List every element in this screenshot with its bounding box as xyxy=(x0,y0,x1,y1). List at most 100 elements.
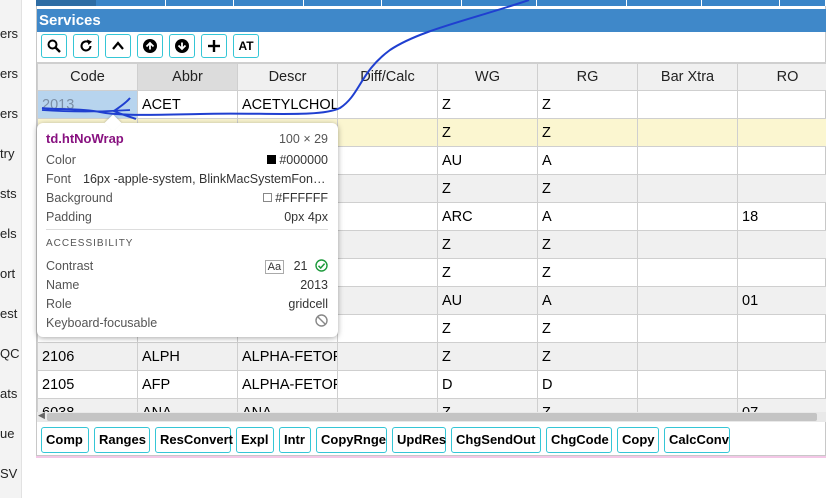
sidebar-item[interactable]: ats xyxy=(0,384,21,404)
column-header-diff-calc[interactable]: Diff/Calc xyxy=(337,63,438,91)
cell-diff-calc[interactable] xyxy=(337,202,438,231)
cell-rg[interactable]: Z xyxy=(537,174,638,203)
cell-wg[interactable]: Z xyxy=(437,314,538,343)
cell-rg[interactable]: Z xyxy=(537,258,638,287)
column-header-bar-xtra[interactable]: Bar Xtra xyxy=(637,63,738,91)
calcconv-button[interactable]: CalcConv xyxy=(664,427,730,453)
cell-rg[interactable]: A xyxy=(537,202,638,231)
cell-ro[interactable] xyxy=(737,230,826,259)
cell-abbr[interactable]: ALPH xyxy=(137,342,238,371)
column-header-wg[interactable]: WG xyxy=(437,63,538,91)
cell-diff-calc[interactable] xyxy=(337,118,438,147)
cell-bar-xtra[interactable] xyxy=(637,398,738,412)
cell-ro[interactable] xyxy=(737,174,826,203)
cell-diff-calc[interactable] xyxy=(337,398,438,412)
cell-diff-calc[interactable] xyxy=(337,314,438,343)
cell-abbr[interactable]: AFP xyxy=(137,370,238,399)
comp-button[interactable]: Comp xyxy=(41,427,89,453)
scroll-left-icon[interactable]: ◀ xyxy=(38,410,45,421)
cell-wg[interactable]: Z xyxy=(437,342,538,371)
cell-ro[interactable] xyxy=(737,118,826,147)
sidebar-item[interactable]: sts xyxy=(0,184,21,204)
cell-diff-calc[interactable] xyxy=(337,258,438,287)
cell-bar-xtra[interactable] xyxy=(637,370,738,399)
column-header-abbr[interactable]: Abbr xyxy=(137,63,238,91)
refresh-button[interactable] xyxy=(73,34,99,58)
copy-button[interactable]: Copy xyxy=(617,427,659,453)
cell-bar-xtra[interactable] xyxy=(637,342,738,371)
cell-code[interactable]: 2013 xyxy=(37,90,138,119)
cell-wg[interactable]: Z xyxy=(437,258,538,287)
copyrnge-button[interactable]: CopyRnge xyxy=(316,427,387,453)
at-button[interactable]: AT xyxy=(233,34,259,58)
cell-ro[interactable]: 18 xyxy=(737,202,826,231)
cell-code[interactable]: 2106 xyxy=(37,342,138,371)
cell-ro[interactable] xyxy=(737,146,826,175)
sidebar-item[interactable]: SV xyxy=(0,464,21,484)
add-button[interactable] xyxy=(201,34,227,58)
ranges-button[interactable]: Ranges xyxy=(94,427,150,453)
cell-diff-calc[interactable] xyxy=(337,342,438,371)
cell-bar-xtra[interactable] xyxy=(637,258,738,287)
cell-wg[interactable]: Z xyxy=(437,398,538,412)
cell-bar-xtra[interactable] xyxy=(637,286,738,315)
cell-ro[interactable] xyxy=(737,258,826,287)
cell-wg[interactable]: Z xyxy=(437,90,538,119)
cell-bar-xtra[interactable] xyxy=(637,314,738,343)
chgsendout-button[interactable]: ChgSendOut xyxy=(451,427,541,453)
cell-descr[interactable]: ACETYLCHOL xyxy=(237,90,338,119)
cell-ro[interactable] xyxy=(737,314,826,343)
cell-wg[interactable]: D xyxy=(437,370,538,399)
cell-bar-xtra[interactable] xyxy=(637,202,738,231)
cell-wg[interactable]: AU xyxy=(437,286,538,315)
cell-diff-calc[interactable] xyxy=(337,370,438,399)
sidebar-item[interactable]: est xyxy=(0,304,21,324)
move-bottom-button[interactable] xyxy=(169,34,195,58)
updres-button[interactable]: UpdRes xyxy=(392,427,446,453)
cell-bar-xtra[interactable] xyxy=(637,118,738,147)
cell-rg[interactable]: A xyxy=(537,146,638,175)
column-header-ro[interactable]: RO xyxy=(737,63,826,91)
sidebar-item[interactable]: try xyxy=(0,144,21,164)
cell-rg[interactable]: Z xyxy=(537,398,638,412)
cell-wg[interactable]: Z xyxy=(437,230,538,259)
cell-bar-xtra[interactable] xyxy=(637,174,738,203)
horizontal-scrollbar[interactable]: ◀ xyxy=(37,410,826,422)
cell-wg[interactable]: Z xyxy=(437,174,538,203)
cell-diff-calc[interactable] xyxy=(337,286,438,315)
column-header-descr[interactable]: Descr xyxy=(237,63,338,91)
sidebar-item[interactable]: ort xyxy=(0,264,21,284)
table-row[interactable]: 2105 AFP ALPHA-FETOP D D xyxy=(37,370,826,399)
table-row[interactable]: 6038ANAANAZZ07 xyxy=(37,398,826,412)
sidebar-item[interactable]: els xyxy=(0,224,21,244)
cell-rg[interactable]: A xyxy=(537,286,638,315)
cell-bar-xtra[interactable] xyxy=(637,230,738,259)
cell-abbr[interactable]: ANA xyxy=(137,398,238,412)
resconvert-button[interactable]: ResConvert xyxy=(155,427,233,453)
sidebar-item[interactable]: ue xyxy=(0,424,21,444)
cell-rg[interactable]: Z xyxy=(537,118,638,147)
search-button[interactable] xyxy=(41,34,67,58)
chgcode-button[interactable]: ChgCode xyxy=(546,427,612,453)
sidebar-item[interactable]: ers xyxy=(0,24,21,44)
cell-diff-calc[interactable] xyxy=(337,90,438,119)
cell-rg[interactable]: Z xyxy=(537,90,638,119)
table-row[interactable]: 2013 ACET ACETYLCHOL Z Z xyxy=(37,90,826,119)
cell-ro[interactable] xyxy=(737,342,826,371)
cell-wg[interactable]: AU xyxy=(437,146,538,175)
cell-ro[interactable]: 07 xyxy=(737,398,826,412)
cell-diff-calc[interactable] xyxy=(337,230,438,259)
intr-button[interactable]: Intr xyxy=(279,427,311,453)
table-row[interactable]: 2106 ALPH ALPHA-FETOP Z Z xyxy=(37,342,826,371)
cell-ro[interactable] xyxy=(737,90,826,119)
cell-diff-calc[interactable] xyxy=(337,174,438,203)
column-header-rg[interactable]: RG xyxy=(537,63,638,91)
cell-ro[interactable]: 01 xyxy=(737,286,826,315)
cell-diff-calc[interactable] xyxy=(337,146,438,175)
cell-bar-xtra[interactable] xyxy=(637,90,738,119)
sidebar-item[interactable]: ers xyxy=(0,104,21,124)
cell-descr[interactable]: ALPHA-FETOP xyxy=(237,370,338,399)
cell-rg[interactable]: Z xyxy=(537,230,638,259)
scrollbar-thumb[interactable] xyxy=(47,413,817,421)
cell-abbr[interactable]: ACET xyxy=(137,90,238,119)
